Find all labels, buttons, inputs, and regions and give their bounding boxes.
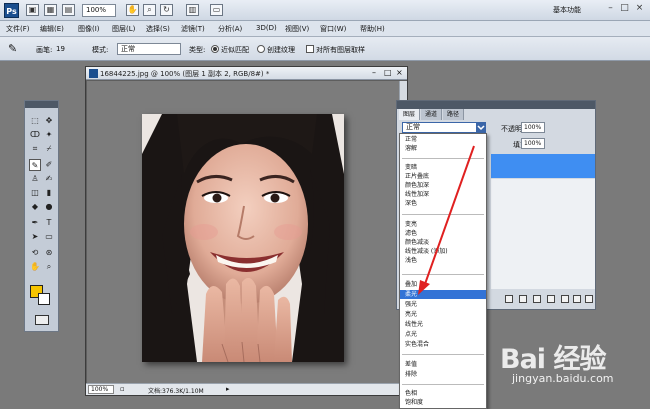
baidu-watermark-logo: Bai 经验 (500, 344, 606, 375)
baidu-watermark-url: jingyan.baidu.com (512, 372, 614, 385)
